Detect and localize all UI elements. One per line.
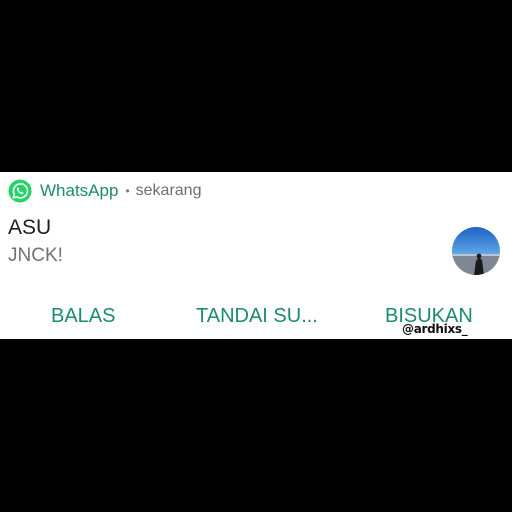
whatsapp-icon bbox=[8, 179, 32, 203]
screen: WhatsApp • sekarang ASU JNCK! BALAS TAND… bbox=[0, 0, 512, 512]
notification-message: JNCK! bbox=[8, 245, 63, 266]
watermark: @ardhixs_ bbox=[402, 322, 468, 336]
notification-title: ASU bbox=[8, 216, 52, 239]
contact-avatar bbox=[452, 227, 500, 275]
whatsapp-notification[interactable]: WhatsApp • sekarang ASU JNCK! BALAS TAND… bbox=[0, 172, 512, 339]
notification-time: sekarang bbox=[135, 182, 202, 199]
header-separator: • bbox=[125, 184, 130, 198]
notification-header: WhatsApp • sekarang bbox=[8, 179, 201, 203]
mark-as-read-button[interactable]: TANDAI SU... bbox=[196, 305, 318, 328]
reply-button[interactable]: BALAS bbox=[51, 305, 115, 328]
app-name: WhatsApp bbox=[40, 181, 119, 200]
